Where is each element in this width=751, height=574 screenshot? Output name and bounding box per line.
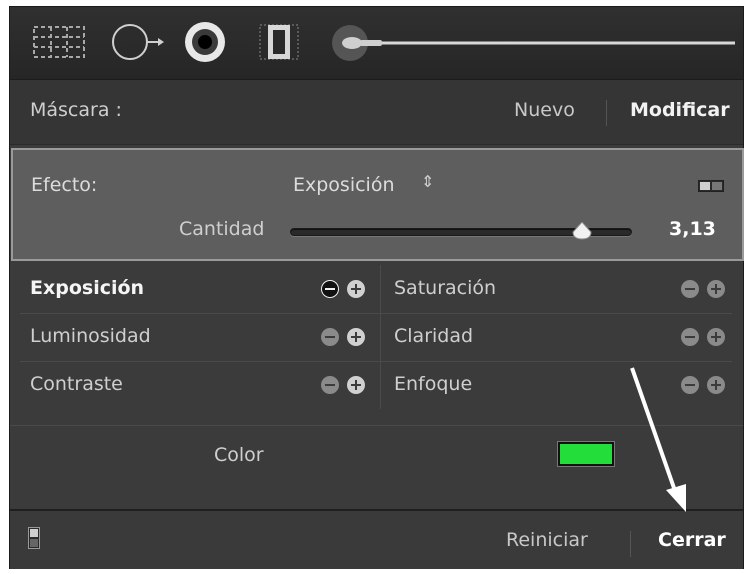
adjust-saturation-label: Saturación [394, 277, 497, 299]
spot-removal-icon[interactable] [106, 19, 168, 65]
effect-block: Efecto: Exposición ⇕ Cantidad 3,13 [11, 148, 744, 261]
reset-button[interactable]: Reiniciar [506, 529, 588, 551]
panel-footer: Reiniciar Cerrar [10, 509, 743, 569]
panel-switch-icon[interactable] [28, 527, 40, 549]
adjust-clarity-label: Claridad [394, 325, 474, 347]
effect-select[interactable]: Exposición [293, 174, 395, 196]
close-button[interactable]: Cerrar [658, 529, 726, 551]
select-arrows-icon[interactable]: ⇕ [421, 172, 434, 191]
sharpness-minus-icon[interactable] [680, 375, 700, 395]
adjustment-brush-icon[interactable] [330, 23, 740, 63]
adjust-brightness-label: Luminosidad [30, 325, 151, 347]
saturation-plus-icon[interactable] [706, 279, 726, 299]
sharpness-plus-icon[interactable] [706, 375, 726, 395]
adjust-exposure-label: Exposición [30, 277, 145, 299]
crop-overlay-icon[interactable] [30, 19, 90, 65]
effect-label: Efecto: [31, 174, 98, 196]
tool-strip [10, 7, 743, 80]
exposure-minus-icon[interactable] [320, 279, 340, 299]
red-eye-icon[interactable] [180, 19, 230, 65]
adjust-sharpness-label: Enfoque [394, 373, 473, 395]
color-row: Color [10, 425, 743, 510]
color-label: Color [214, 444, 264, 466]
mask-new-button[interactable]: Nuevo [514, 99, 575, 121]
exposure-plus-icon[interactable] [346, 279, 366, 299]
clarity-plus-icon[interactable] [706, 327, 726, 347]
adjust-row: Luminosidad Claridad [20, 313, 732, 362]
mask-separator [606, 100, 607, 126]
amount-slider-thumb[interactable] [571, 222, 593, 240]
mask-modify-button[interactable]: Modificar [630, 99, 730, 121]
adjust-row: Exposición Saturación [20, 265, 732, 314]
amount-label: Cantidad [179, 218, 265, 240]
brightness-plus-icon[interactable] [346, 327, 366, 347]
effect-panel-toggle-icon[interactable] [698, 180, 724, 192]
contrast-plus-icon[interactable] [346, 375, 366, 395]
clarity-minus-icon[interactable] [680, 327, 700, 347]
adjustment-grid: Exposición Saturación Luminosidad Clarid… [10, 265, 743, 425]
color-swatch[interactable] [557, 441, 615, 467]
mask-row: Máscara : Nuevo Modificar [10, 80, 743, 145]
graduated-filter-icon[interactable] [254, 19, 304, 65]
contrast-minus-icon[interactable] [320, 375, 340, 395]
footer-separator [630, 531, 631, 557]
adjustment-brush-panel: Máscara : Nuevo Modificar Efecto: Exposi… [9, 6, 744, 569]
saturation-minus-icon[interactable] [680, 279, 700, 299]
adjust-contrast-label: Contraste [30, 373, 123, 395]
amount-value: 3,13 [669, 218, 716, 240]
mask-label: Máscara : [30, 99, 122, 121]
brightness-minus-icon[interactable] [320, 327, 340, 347]
adjust-row: Contraste Enfoque [20, 361, 732, 409]
